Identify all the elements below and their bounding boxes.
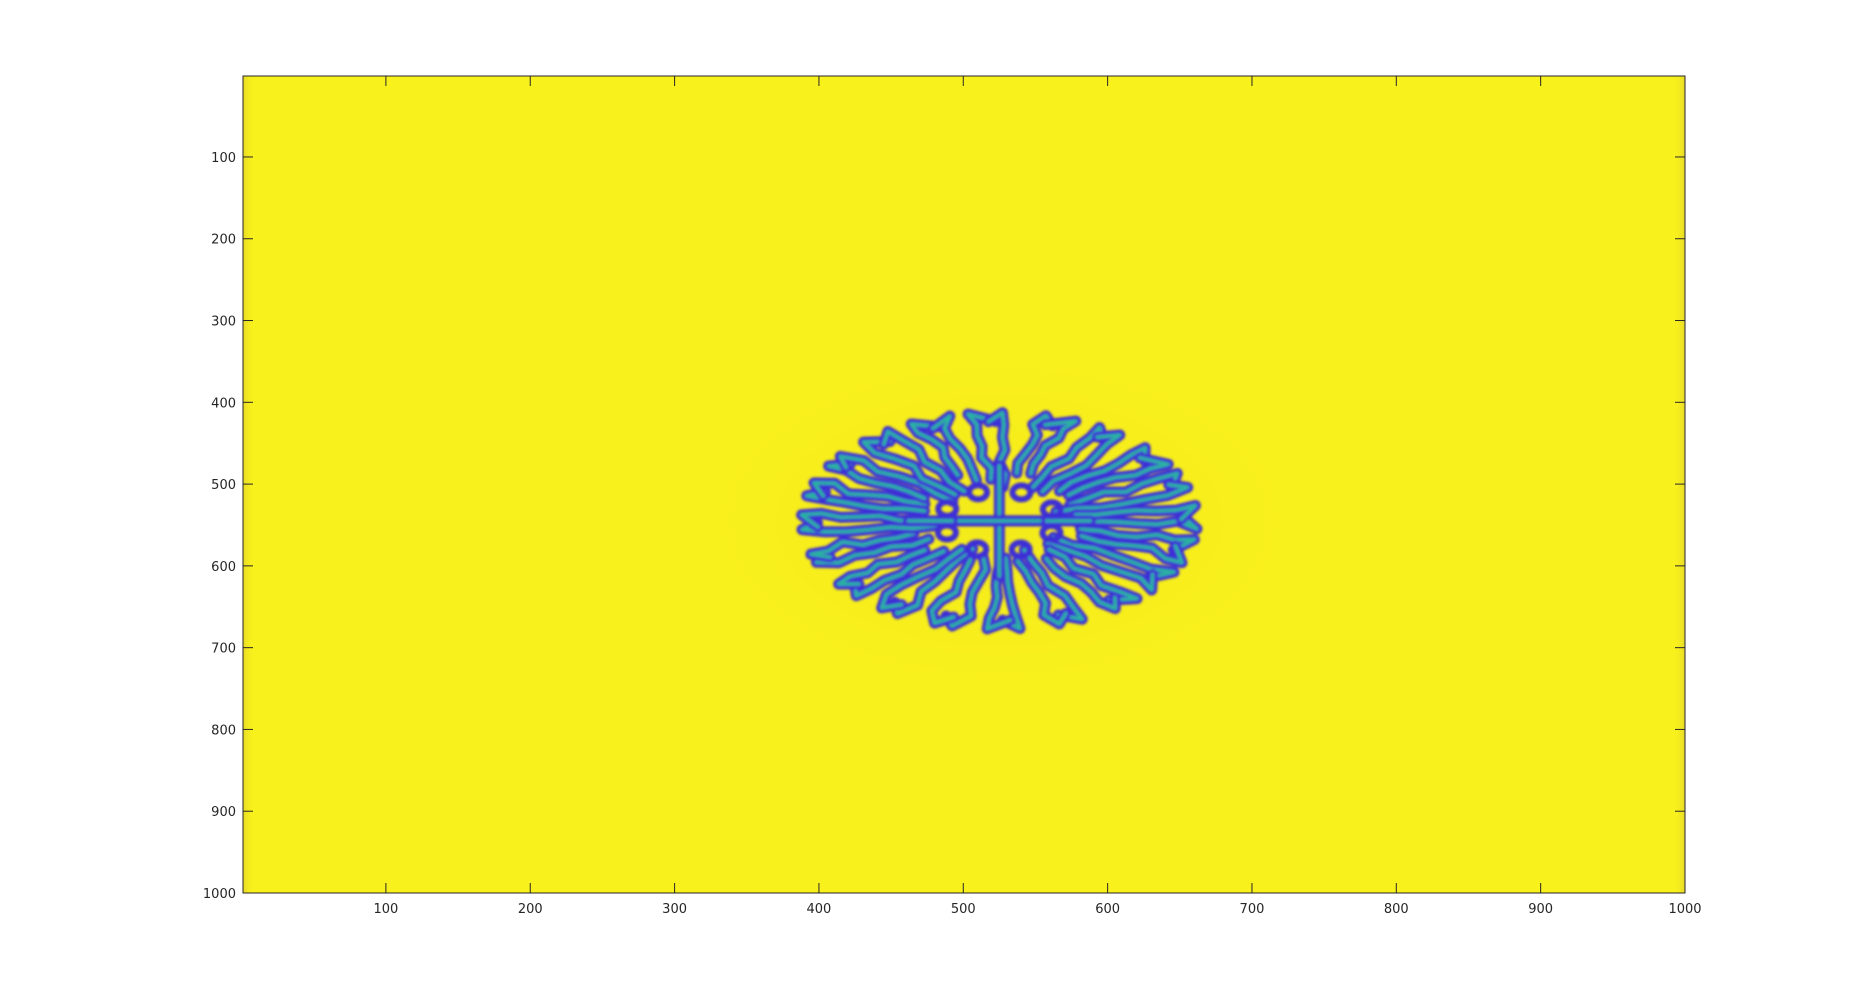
x-tick-label: 900 bbox=[1528, 902, 1553, 917]
x-tick-label: 300 bbox=[662, 902, 687, 917]
plot-area bbox=[243, 76, 1685, 893]
x-tick-label: 100 bbox=[373, 902, 398, 917]
x-tick-label: 200 bbox=[518, 902, 543, 917]
x-tick-label: 400 bbox=[807, 902, 832, 917]
x-tick-label: 600 bbox=[1095, 902, 1120, 917]
x-tick-label: 700 bbox=[1240, 902, 1265, 917]
y-tick-label: 300 bbox=[211, 315, 236, 330]
y-tick-label: 100 bbox=[211, 151, 236, 166]
y-tick-label: 1000 bbox=[203, 887, 236, 902]
y-tick-label: 200 bbox=[211, 233, 236, 248]
y-tick-label: 600 bbox=[211, 560, 236, 575]
figure: 100 200 300 400 500 600 700 800 900 1000 100 200 30… bbox=[203, 75, 1702, 917]
x-tick-label: 500 bbox=[951, 902, 976, 917]
y-tick-label: 800 bbox=[211, 723, 236, 738]
y-tick-label: 700 bbox=[211, 642, 236, 657]
y-tick-label: 900 bbox=[211, 805, 236, 820]
x-tick-label: 800 bbox=[1384, 902, 1409, 917]
y-tick-label: 500 bbox=[211, 478, 236, 493]
x-tick-label: 1000 bbox=[1668, 902, 1701, 917]
y-tick-label: 400 bbox=[211, 396, 236, 411]
